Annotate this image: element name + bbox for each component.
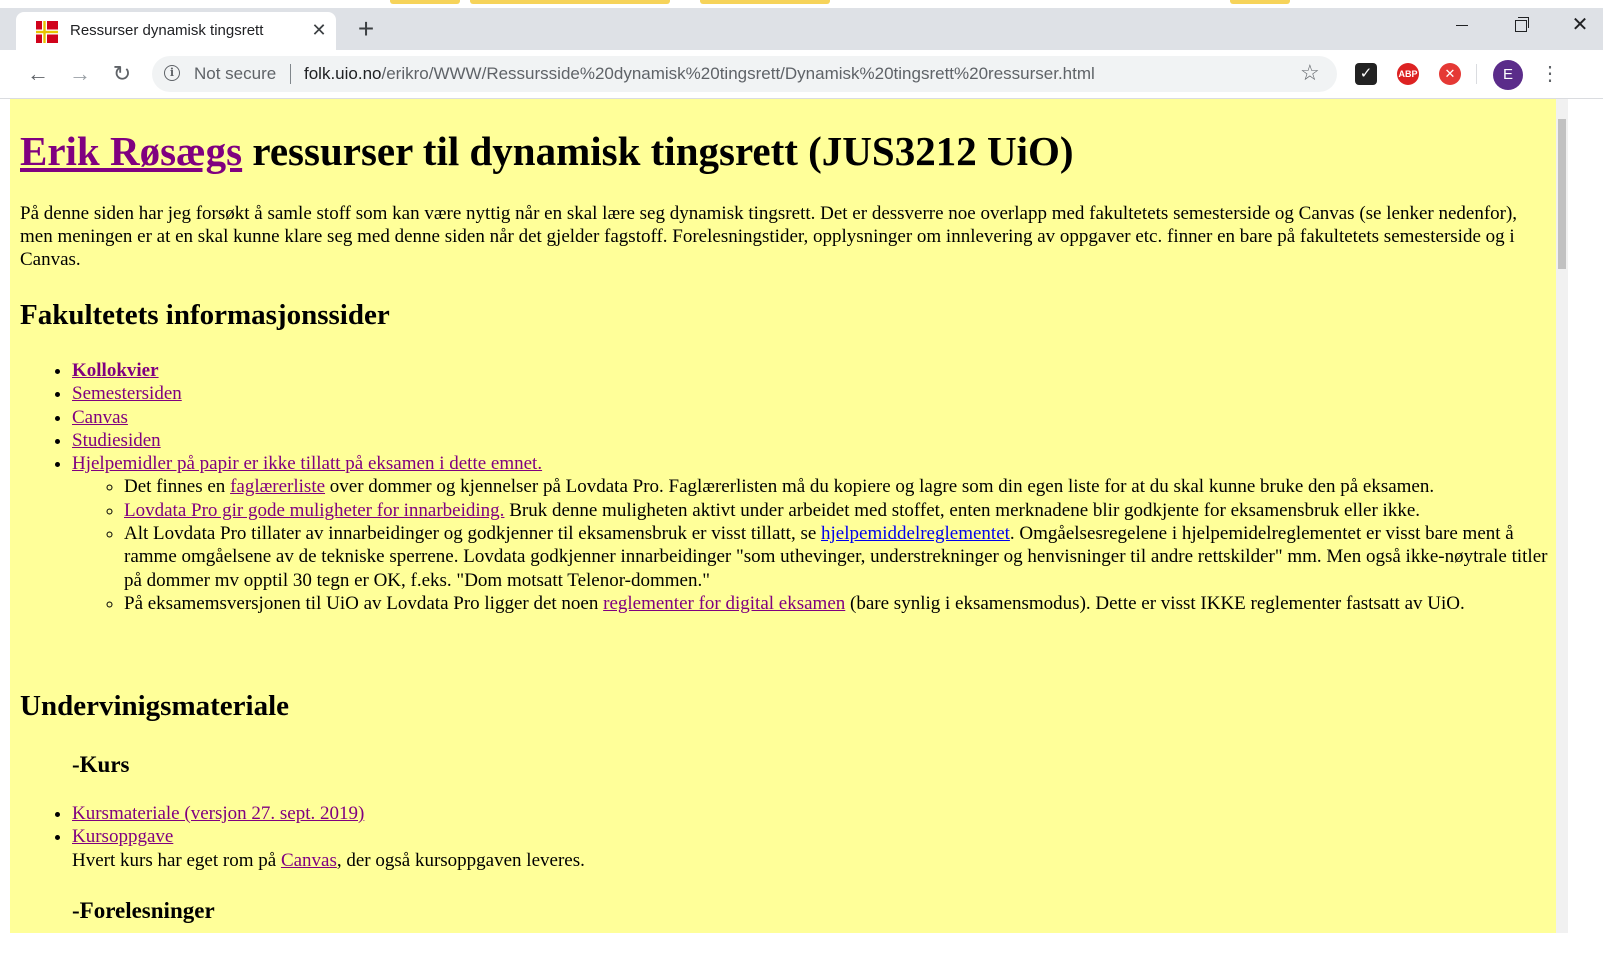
list-item: Kollokvier [72, 359, 1552, 382]
profile-avatar[interactable]: E [1493, 60, 1523, 90]
page-title-text: ressurser til dynamisk tingsrett (JUS321… [242, 128, 1074, 174]
canvas-link[interactable]: Canvas [72, 407, 128, 428]
kurs-list: Kursmateriale (versjon 27. sept. 2019) K… [20, 802, 1552, 872]
kurs-note-post: , der også kursoppgaven leveres. [336, 849, 585, 871]
kurs-note: Hvert kurs har eget rom på [72, 849, 281, 871]
list-item: Det finnes en faglærerliste over dommer … [124, 475, 1552, 498]
sub1-text: Det finnes en [124, 476, 231, 498]
bookmark-star-icon[interactable]: ☆ [1300, 60, 1320, 86]
list-item: Alt Lovdata Pro tillater av innarbeiding… [124, 522, 1552, 592]
norway-flag-favicon-icon [36, 21, 58, 43]
url-host: folk.uio.no [304, 64, 382, 83]
list-item: Studiesiden [72, 429, 1552, 452]
section-heading-faculty: Fakultetets informasjonssider [20, 299, 390, 331]
forelesninger-heading: -Forelesninger [72, 898, 215, 923]
not-secure-label[interactable]: Not secure [194, 64, 276, 84]
close-tab-icon[interactable]: ✕ [308, 19, 330, 41]
url-text[interactable]: folk.uio.no/erikro/WWW/Ressursside%20dyn… [304, 64, 1095, 84]
close-window-button[interactable]: ✕ [1558, 10, 1602, 40]
reglementer-link[interactable]: reglementer for digital eksamen [603, 593, 845, 614]
studie-link[interactable]: Studiesiden [72, 430, 161, 451]
semester-link[interactable]: Semestersiden [72, 383, 182, 404]
sub3-text: Alt Lovdata Pro tillater av innarbeiding… [124, 523, 822, 545]
list-item: Kursmateriale (versjon 27. sept. 2019) [72, 802, 1552, 825]
author-link[interactable]: Erik Røsægs [20, 128, 242, 174]
minimize-window-button[interactable] [1440, 10, 1484, 40]
error-extension-icon[interactable]: ✕ [1439, 63, 1461, 85]
hjelpemidler-link[interactable]: Hjelpemidler på papir er ikke tillatt på… [72, 453, 542, 474]
kurs-canvas-link[interactable]: Canvas [281, 850, 337, 871]
toolbar-separator [1476, 64, 1477, 84]
hjelpemidler-sublist: Det finnes en faglærerliste over dommer … [72, 475, 1552, 615]
new-tab-button[interactable]: + [352, 15, 380, 44]
section-heading-material: Undervinigsmateriale [20, 690, 290, 722]
kollokvier-link[interactable]: Kollokvier [72, 360, 159, 381]
top-strip [0, 0, 1603, 8]
page-scrollbar[interactable] [1556, 99, 1568, 933]
back-arrow-icon[interactable]: ← [24, 60, 52, 88]
faglaererliste-link[interactable]: faglærerliste [230, 476, 325, 497]
info-icon[interactable]: i [164, 65, 180, 81]
sub4-text: På eksamemsversjonen til UiO av Lovdata … [124, 592, 604, 614]
browser-tab[interactable]: Ressurser dynamisk tingsrett ✕ [16, 12, 336, 50]
page-viewport: Erik Røsægs ressurser til dynamisk tings… [10, 99, 1556, 933]
page-title: Erik Røsægs ressurser til dynamisk tings… [20, 127, 1074, 175]
list-item: Semestersiden [72, 382, 1552, 405]
tab-title: Ressurser dynamisk tingsrett [70, 22, 264, 39]
intro-paragraph: På denne siden har jeg forsøkt å samle s… [20, 203, 1518, 270]
sub4-text-post: (bare synlig i eksamensmodus). Dette er … [845, 592, 1465, 614]
list-item: Hjelpemidler på papir er ikke tillatt på… [72, 452, 1552, 615]
reload-icon[interactable]: ↻ [108, 60, 136, 88]
sub2-text: Bruk denne muligheten aktivt under arbei… [504, 499, 1421, 521]
more-menu-icon[interactable]: ⋮ [1540, 60, 1560, 88]
address-bar[interactable]: i Not secure folk.uio.no/erikro/WWW/Ress… [152, 56, 1337, 92]
list-item: På eksamemsversjonen til UiO av Lovdata … [124, 592, 1552, 615]
hjelpemiddelreglementet-link[interactable]: hjelpemiddelreglementet [821, 523, 1010, 544]
innarbeiding-link[interactable]: Lovdata Pro gir gode muligheter for inna… [124, 500, 504, 521]
url-path: /erikro/WWW/Ressursside%20dynamisk%20tin… [381, 64, 1095, 83]
bottom-strip [0, 933, 1603, 954]
kursoppgave-link[interactable]: Kursoppgave [72, 826, 173, 847]
kursmateriale-link[interactable]: Kursmateriale (versjon 27. sept. 2019) [72, 803, 364, 824]
scrollbar-thumb[interactable] [1558, 119, 1566, 269]
list-item: Lovdata Pro gir gode muligheter for inna… [124, 499, 1552, 522]
browser-toolbar: ← → ↻ i Not secure folk.uio.no/erikro/WW… [0, 50, 1603, 99]
kurs-heading: -Kurs [72, 752, 130, 777]
checkbox-extension-icon[interactable]: ✓ [1355, 63, 1377, 85]
restore-window-button[interactable] [1499, 10, 1543, 40]
list-item: KursoppgaveHvert kurs har eget rom på Ca… [72, 825, 1552, 872]
browser-titlebar: Ressurser dynamisk tingsrett ✕ + ✕ [0, 8, 1603, 50]
list-item: Canvas [72, 406, 1552, 429]
sub1-text-post: over dommer og kjennelser på Lovdata Pro… [325, 476, 1435, 498]
adblock-plus-icon[interactable]: ABP [1397, 63, 1419, 85]
faculty-links-list: Kollokvier Semestersiden Canvas Studiesi… [20, 359, 1552, 615]
address-separator [290, 64, 291, 84]
forward-arrow-icon[interactable]: → [66, 60, 94, 88]
